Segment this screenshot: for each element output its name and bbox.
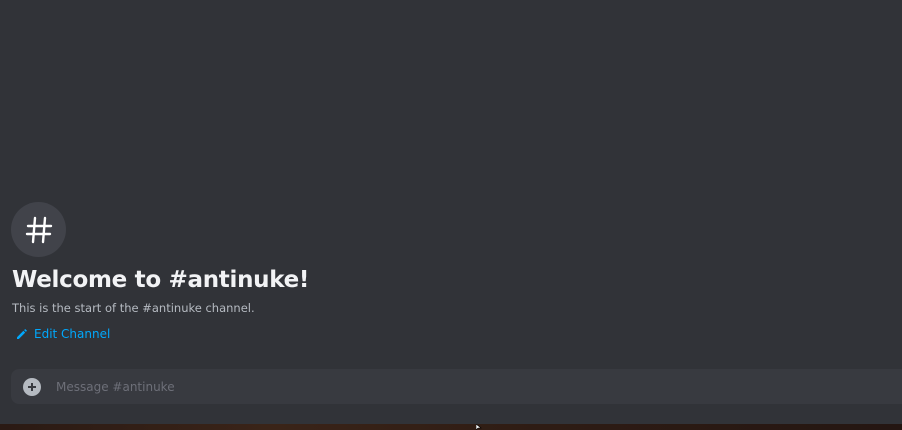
message-input[interactable] — [56, 369, 902, 404]
welcome-title: Welcome to #antinuke! — [12, 267, 310, 293]
plus-circle-icon[interactable] — [23, 377, 41, 396]
pencil-icon — [17, 329, 27, 339]
edit-channel-label: Edit Channel — [34, 327, 111, 341]
hash-icon — [25, 216, 52, 243]
mouse-cursor-icon — [476, 424, 482, 430]
message-composer — [11, 369, 902, 404]
channel-view: Welcome to #antinuke! This is the start … — [0, 0, 902, 430]
desktop-background-strip — [0, 424, 902, 430]
edit-channel-link[interactable]: Edit Channel — [16, 326, 110, 342]
channel-welcome: Welcome to #antinuke! This is the start … — [11, 202, 891, 344]
channel-hash-badge — [11, 202, 66, 257]
welcome-subtitle: This is the start of the #antinuke chann… — [12, 301, 255, 315]
